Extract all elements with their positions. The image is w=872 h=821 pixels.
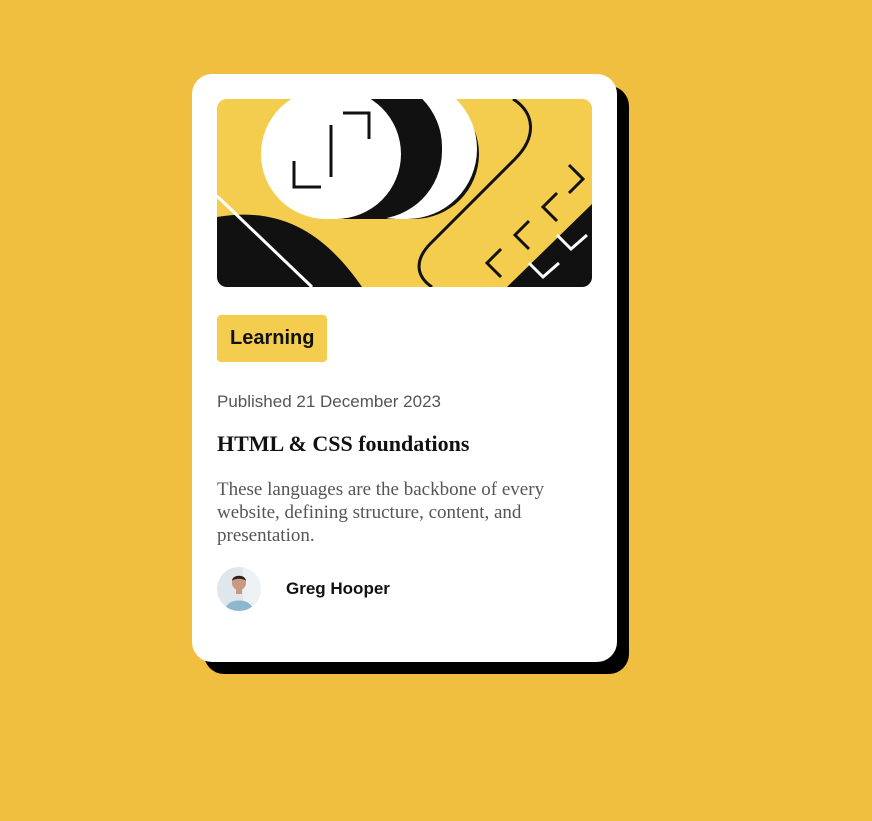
published-date: Published 21 December 2023 (217, 392, 441, 411)
category-tag: Learning (217, 315, 328, 362)
author-name: Greg Hooper (286, 578, 390, 598)
article-description: These languages are the backbone of ever… (217, 479, 545, 546)
article-illustration (217, 99, 592, 287)
article-title[interactable]: HTML & CSS foundations (217, 431, 469, 457)
author-avatar (217, 566, 261, 611)
blog-preview-card: Learning Published 21 December 2023 HTML… (192, 74, 617, 662)
author: Greg Hooper (217, 566, 390, 611)
